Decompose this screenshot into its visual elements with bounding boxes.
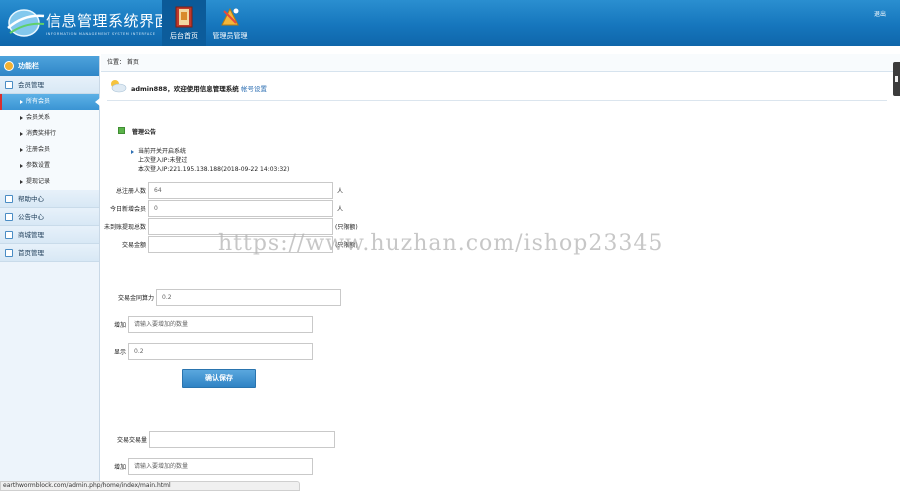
side-panel-handle[interactable] (893, 62, 900, 96)
sidebar-group-label: 首页管理 (18, 249, 44, 257)
sidebar-group-shop[interactable]: 商城管理 (0, 226, 99, 244)
breadcrumb: 位置： 首页 (101, 54, 900, 72)
stat-label: 今日新增会员 (109, 206, 146, 213)
sidebar-item-label: 会员关系 (26, 114, 51, 121)
logout-link[interactable]: 退出 (874, 9, 886, 18)
sidebar-item-label: 注册会员 (26, 146, 51, 153)
notice-text: 本次登入IP:221.195.138.188(2018-09-22 14:03:… (138, 166, 290, 173)
show-label: 显示 (113, 349, 126, 356)
tab-home[interactable]: 后台首页 (162, 0, 206, 46)
sidebar-header-icon (4, 61, 14, 71)
add-label: 增加 (113, 464, 126, 471)
sidebar-group-notice[interactable]: 公告中心 (0, 208, 99, 226)
sidebar-item-consume-rank[interactable]: 消费奖排行 (0, 126, 99, 142)
folder-icon (5, 231, 13, 239)
account-settings-link[interactable]: 帐号设置 (241, 83, 267, 93)
app-title: 信息管理系统界面 (46, 12, 171, 30)
notice-list: 当前开关开启系统 上次登入IP:未登过 本次登入IP:221.195.138.1… (131, 147, 289, 174)
arrow-right-icon (20, 148, 23, 152)
sidebar-item-all-members[interactable]: 所有会员 (0, 94, 100, 110)
arrow-right-icon (20, 116, 23, 120)
watermark-text: https://www.huzhan.com/ishop23345 (218, 231, 664, 256)
arrow-right-icon (20, 180, 23, 184)
edit-icon (5, 249, 13, 257)
notice-icon (118, 127, 125, 134)
sidebar-item-label: 所有会员 (26, 98, 51, 105)
add-amount-input[interactable]: 请输入要增加的数量 (128, 316, 313, 333)
arrow-right-icon (20, 164, 23, 168)
stat-unit: (只限额) (335, 224, 358, 231)
sidebar-item-params[interactable]: 参数设置 (0, 158, 99, 174)
sidebar-item-member-relation[interactable]: 会员关系 (0, 110, 99, 126)
sidebar-header-label: 功能栏 (18, 62, 39, 70)
notice-text: 当前开关开启系统 (138, 148, 187, 155)
sidebar-item-label: 消费奖排行 (26, 130, 57, 137)
notice-text: 上次登入IP:未登过 (138, 157, 188, 164)
sidebar-group-label: 帮助中心 (18, 195, 44, 203)
stat-unit: 人 (337, 206, 344, 213)
app-subtitle: INFORMATION MANAGEMENT SYSTEM INTERFACE (46, 32, 156, 36)
tab-admin-manage-label: 管理员管理 (212, 32, 248, 40)
tab-admin-manage[interactable]: 管理员管理 (208, 0, 252, 46)
add-label: 增加 (113, 322, 126, 329)
notice-item: 上次登入IP:未登过 (131, 156, 289, 165)
stat-label: 未到账提现总数 (103, 224, 146, 231)
notice-item: 本次登入IP:221.195.138.188(2018-09-22 14:03:… (131, 165, 289, 174)
tab-home-label: 后台首页 (170, 32, 198, 40)
globe-logo-icon (7, 9, 45, 37)
folder-icon (5, 81, 13, 89)
arrow-right-icon (20, 132, 23, 136)
edit-icon (5, 213, 13, 221)
sidebar-group-label: 会员管理 (18, 81, 44, 89)
notice-title: 管理公告 (132, 129, 157, 136)
tools-icon (221, 7, 239, 26)
stat-unit: 人 (337, 188, 344, 195)
new-today-field[interactable]: 0 (148, 200, 333, 217)
top-header: 信息管理系统界面 INFORMATION MANAGEMENT SYSTEM I… (0, 0, 900, 46)
sidebar-item-label: 提现记录 (26, 178, 51, 185)
stat-label: 交易金额 (121, 242, 146, 249)
sidebar-item-withdraw-log[interactable]: 提现记录 (0, 174, 99, 190)
add-volume-input[interactable]: 请输入要增加的数量 (128, 458, 313, 475)
sidebar-group-label: 公告中心 (18, 213, 44, 221)
sidebar: 功能栏 会员管理 所有会员 会员关系 消费奖排行 注册会员 参数设置 提现记录 … (0, 56, 100, 482)
confirm-save-button[interactable]: 确认保存 (182, 369, 256, 388)
sidebar-group-help[interactable]: 帮助中心 (0, 190, 99, 208)
notice-item: 当前开关开启系统 (131, 147, 289, 156)
divider (107, 100, 887, 101)
sidebar-header: 功能栏 (0, 56, 99, 76)
show-value-input[interactable]: 0.2 (128, 343, 313, 360)
sidebar-item-label: 参数设置 (26, 162, 51, 169)
total-registered-field[interactable]: 64 (148, 182, 333, 199)
stat-label: 总注册人数 (115, 188, 146, 195)
rate-input[interactable]: 0.2 (156, 289, 341, 306)
rate-label: 交易金同算力 (117, 295, 154, 302)
main-content: 位置： 首页 admin888，欢迎使用信息管理系统 帐号设置 管理公告 当前开… (101, 46, 900, 483)
weather-cloud-icon (111, 80, 127, 93)
status-bar-url: earthwormblock.com/admin.php/home/index/… (0, 481, 300, 491)
logo: 信息管理系统界面 INFORMATION MANAGEMENT SYSTEM I… (4, 4, 170, 42)
arrow-right-icon (131, 150, 134, 154)
welcome-text: admin888，欢迎使用信息管理系统 (131, 85, 239, 93)
edit-icon (5, 195, 13, 203)
volume-label: 交易交易量 (116, 437, 147, 444)
sidebar-item-register-member[interactable]: 注册会员 (0, 142, 99, 158)
book-icon (175, 6, 193, 28)
sidebar-group-label: 商城管理 (18, 231, 44, 239)
sidebar-group-member[interactable]: 会员管理 (0, 76, 99, 94)
arrow-right-icon (20, 100, 23, 104)
volume-input[interactable] (149, 431, 335, 448)
sidebar-group-homepage[interactable]: 首页管理 (0, 244, 99, 262)
